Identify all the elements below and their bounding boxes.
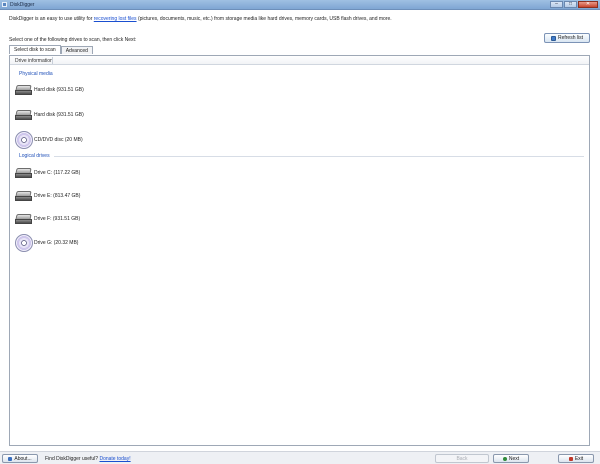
drive-item-c[interactable]: Drive C: (117.22 GB) bbox=[15, 165, 80, 181]
instruction-text: Select one of the following drives to sc… bbox=[9, 37, 137, 43]
minimize-button[interactable]: – bbox=[550, 1, 563, 8]
app-icon bbox=[2, 2, 7, 7]
tab-select-disk[interactable]: Select disk to scan bbox=[9, 45, 61, 54]
drive-list-panel: Drive information Physical media Hard di… bbox=[9, 55, 590, 446]
column-header-label: Drive information bbox=[15, 58, 53, 64]
exit-button[interactable]: Exit bbox=[558, 454, 594, 463]
back-button[interactable]: Back bbox=[435, 454, 489, 463]
drive-label: Hard disk (931.51 GB) bbox=[34, 112, 84, 118]
drive-label: CD/DVD disc (20 MB) bbox=[34, 137, 83, 143]
hard-disk-icon bbox=[15, 213, 33, 225]
donate-link[interactable]: Donate today! bbox=[99, 456, 130, 462]
footer-bar: About... Find DiskDigger useful? Donate … bbox=[0, 451, 600, 464]
hard-disk-icon bbox=[15, 109, 33, 121]
drive-item-hard-disk-2[interactable]: Hard disk (931.51 GB) bbox=[15, 107, 84, 123]
drive-label: Drive G: (20.32 MB) bbox=[34, 240, 79, 246]
maximize-button[interactable]: □ bbox=[564, 1, 577, 8]
donate-text: Find DiskDigger useful? Donate today! bbox=[45, 456, 131, 462]
drive-item-cd-dvd[interactable]: CD/DVD disc (20 MB) bbox=[15, 130, 83, 150]
group-label-physical: Physical media bbox=[19, 71, 53, 77]
refresh-icon bbox=[550, 35, 556, 41]
info-icon bbox=[8, 456, 13, 461]
drive-item-e[interactable]: Drive E: (813.47 GB) bbox=[15, 188, 80, 204]
group-divider bbox=[54, 156, 584, 157]
tab-advanced[interactable]: Advanced bbox=[60, 46, 93, 54]
window-title: DiskDigger bbox=[10, 2, 35, 8]
hard-disk-icon bbox=[15, 167, 33, 179]
drive-item-g[interactable]: Drive G: (20.32 MB) bbox=[15, 233, 78, 253]
column-header[interactable]: Drive information bbox=[10, 56, 589, 65]
intro-text: DiskDigger is an easy to use utility for… bbox=[9, 16, 392, 22]
group-label-logical: Logical drives bbox=[19, 153, 50, 159]
hard-disk-icon bbox=[15, 84, 33, 96]
exit-icon bbox=[568, 456, 573, 461]
window-controls: – □ ✕ bbox=[550, 1, 598, 8]
drive-item-hard-disk-1[interactable]: Hard disk (931.51 GB) bbox=[15, 82, 84, 98]
drive-label: Drive C: (117.22 GB) bbox=[34, 170, 81, 176]
refresh-list-button[interactable]: Refresh list bbox=[544, 33, 590, 43]
next-button[interactable]: Next bbox=[493, 454, 529, 463]
title-bar: DiskDigger – □ ✕ bbox=[0, 0, 600, 10]
tab-strip: Select disk to scan Advanced bbox=[9, 45, 93, 54]
about-button[interactable]: About... bbox=[2, 454, 38, 463]
refresh-list-label: Refresh list bbox=[557, 35, 583, 41]
cd-disc-icon bbox=[15, 131, 33, 149]
close-button[interactable]: ✕ bbox=[578, 1, 598, 8]
hard-disk-icon bbox=[15, 190, 33, 202]
cd-disc-icon bbox=[15, 234, 33, 252]
next-arrow-icon bbox=[502, 456, 507, 461]
recovering-files-link[interactable]: recovering lost files bbox=[94, 16, 137, 22]
drive-label: Drive E: (813.47 GB) bbox=[34, 193, 81, 199]
drive-label: Drive F: (931.51 GB) bbox=[34, 216, 81, 222]
drive-item-f[interactable]: Drive F: (931.51 GB) bbox=[15, 211, 80, 227]
drive-label: Hard disk (931.51 GB) bbox=[34, 87, 84, 93]
column-separator bbox=[52, 57, 53, 64]
